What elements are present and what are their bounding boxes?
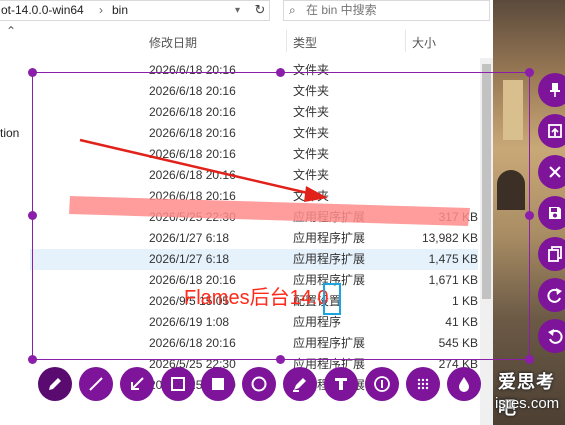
save-icon	[549, 207, 561, 219]
mosaic-icon	[417, 378, 429, 390]
column-header-date[interactable]: 修改日期	[149, 34, 197, 51]
column-divider[interactable]	[286, 30, 287, 52]
watermark-url: isres.com	[495, 395, 560, 412]
line-icon	[89, 377, 103, 391]
pin-button[interactable]	[538, 73, 565, 107]
breadcrumb-partial-path[interactable]: ot-14.0.0-win64	[1, 1, 84, 20]
counter-tool-button[interactable]	[365, 367, 399, 401]
annotation-text[interactable]: Flames后台14.0	[184, 286, 329, 310]
undo-button[interactable]	[538, 319, 565, 353]
rectangle-icon	[171, 377, 185, 391]
line-tool-button[interactable]	[79, 367, 113, 401]
resize-handle-top[interactable]	[276, 68, 285, 77]
address-dropdown-icon[interactable]: ▾	[235, 1, 240, 20]
resize-handle-top-left[interactable]	[28, 68, 37, 77]
text-edit-caret-box	[323, 283, 341, 315]
marker-icon	[293, 378, 306, 392]
ellipse-tool-button[interactable]	[242, 367, 276, 401]
resize-handle-bottom-left[interactable]	[28, 355, 37, 364]
resize-handle-top-right[interactable]	[525, 68, 534, 77]
breadcrumb-current-folder[interactable]: bin	[112, 1, 128, 20]
marker-tool-button[interactable]	[283, 367, 317, 401]
blur-icon	[459, 377, 469, 392]
column-header-size[interactable]: 大小	[412, 34, 436, 51]
pin-icon	[550, 83, 560, 97]
text-icon	[335, 378, 347, 390]
blur-tool-button[interactable]	[447, 367, 481, 401]
copy-icon	[548, 246, 562, 262]
rectangle-tool-button[interactable]	[161, 367, 195, 401]
address-bar[interactable]: ot-14.0.0-win64 › bin ▾	[0, 0, 270, 21]
ellipse-icon	[251, 376, 267, 392]
resize-handle-right[interactable]	[525, 211, 534, 220]
column-header-type[interactable]: 类型	[293, 34, 317, 51]
refresh-icon[interactable]: ↻	[252, 0, 268, 19]
redo-button[interactable]	[538, 278, 565, 312]
search-box[interactable]: ⌕	[283, 0, 490, 21]
screenshot-selection-frame[interactable]	[32, 72, 530, 360]
copy-button[interactable]	[538, 237, 565, 271]
search-input[interactable]	[306, 2, 481, 18]
close-icon	[549, 166, 561, 178]
save-button[interactable]	[538, 196, 565, 230]
filled-rectangle-tool-button[interactable]	[201, 367, 235, 401]
resize-handle-left[interactable]	[28, 211, 37, 220]
resize-handle-bottom-right[interactable]	[525, 355, 534, 364]
counter-icon	[374, 376, 390, 392]
undo-icon	[548, 329, 563, 344]
pen-icon	[49, 378, 61, 390]
redo-icon	[547, 288, 562, 303]
mosaic-tool-button[interactable]	[406, 367, 440, 401]
upload-button[interactable]	[538, 114, 565, 148]
pen-tool-button[interactable]	[38, 367, 72, 401]
arrow-tool-button[interactable]	[120, 367, 154, 401]
breadcrumb-separator-icon: ›	[99, 3, 103, 17]
watermark-logo: 爱思考吧	[498, 372, 555, 418]
resize-handle-bottom[interactable]	[276, 355, 285, 364]
column-divider[interactable]	[405, 30, 406, 52]
close-button[interactable]	[538, 155, 565, 189]
upload-icon	[548, 124, 562, 138]
text-tool-button[interactable]	[324, 367, 358, 401]
search-icon: ⌕	[289, 3, 296, 17]
nav-expand-chevron-icon[interactable]: ⌃	[6, 24, 16, 38]
nav-pane-partial-label[interactable]: tion	[0, 126, 19, 140]
filled-rectangle-icon	[212, 378, 224, 390]
arrow-icon	[131, 377, 144, 390]
